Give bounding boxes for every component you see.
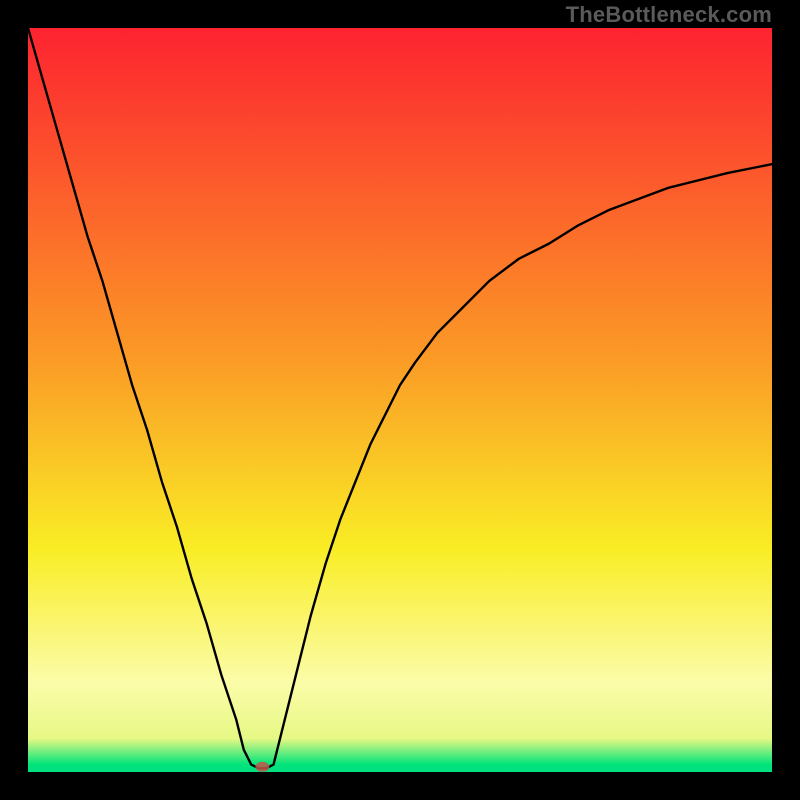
watermark-text: TheBottleneck.com — [566, 2, 772, 28]
optimal-point-marker — [255, 762, 269, 772]
gradient-background — [28, 28, 772, 772]
chart-frame: TheBottleneck.com — [0, 0, 800, 800]
bottleneck-chart — [28, 28, 772, 772]
plot-area — [28, 28, 772, 772]
